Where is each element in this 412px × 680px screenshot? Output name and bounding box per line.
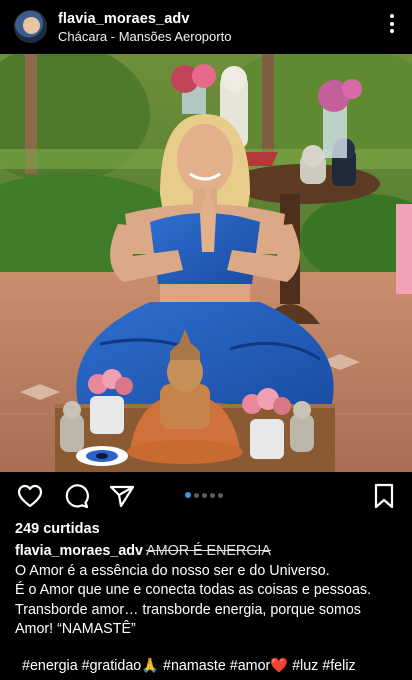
carousel-dot (218, 492, 223, 498)
heart-icon[interactable] (16, 482, 44, 510)
post-actions (0, 474, 412, 518)
likes-count[interactable]: 249 curtidas (15, 521, 100, 537)
post-username[interactable]: flavia_moraes_adv (58, 11, 189, 27)
post-header: flavia_moraes_adv Chácara - Mansões Aero… (0, 0, 412, 54)
caption-hashtags[interactable]: #energia #gratidao🙏 #namaste #amor❤️ #lu… (22, 658, 356, 674)
carousel-indicator (185, 491, 223, 499)
more-vertical-icon[interactable] (384, 14, 400, 38)
comment-icon[interactable] (62, 482, 90, 510)
send-icon[interactable] (108, 482, 136, 510)
post-location[interactable]: Chácara - Mansões Aeroporto (58, 29, 231, 44)
caption-line: O Amor é a essência do nosso ser e do Un… (15, 562, 330, 579)
post-caption: flavia_moraes_adv AMOR É ENERGIA O Amor … (15, 542, 405, 640)
bookmark-icon[interactable] (370, 482, 398, 510)
caption-title: AMOR É ENERGIA (146, 543, 271, 559)
carousel-dot (202, 492, 207, 498)
caption-line: Amor! “NAMASTÊ” (15, 621, 136, 637)
caption-line: Transborde amor… transborde energia, por… (15, 601, 361, 618)
post-image[interactable] (0, 54, 412, 472)
carousel-dot (194, 492, 199, 498)
avatar[interactable] (14, 10, 47, 43)
caption-username[interactable]: flavia_moraes_adv (15, 543, 143, 559)
caption-line: É o Amor que une e conecta todas as cois… (15, 582, 372, 598)
carousel-dot-active (185, 492, 191, 498)
carousel-dot (210, 492, 215, 498)
